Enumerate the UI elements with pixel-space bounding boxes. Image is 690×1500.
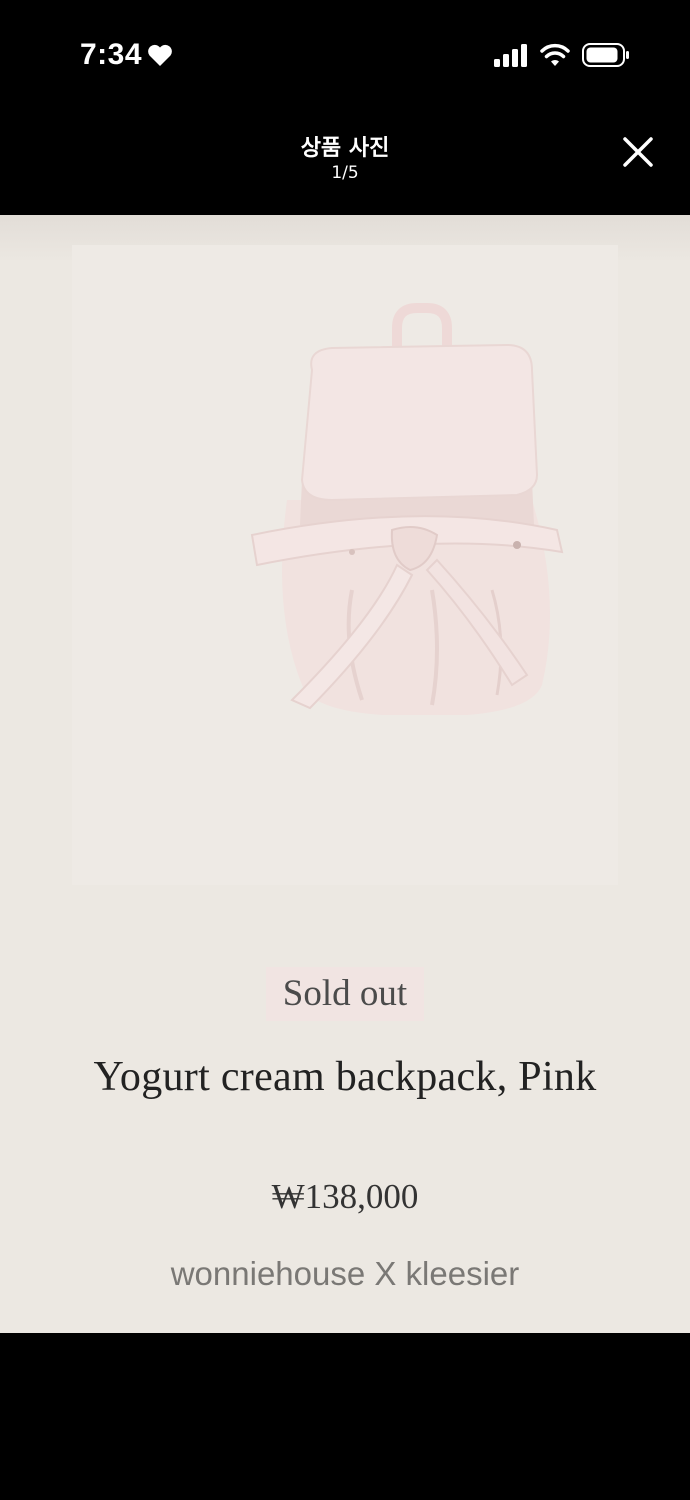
viewer-title: 상품 사진 (300, 136, 390, 161)
product-brand: wonniehouse X kleesier (170, 1255, 520, 1292)
product-image-frame (72, 245, 618, 885)
photo-counter: 1/5 (331, 163, 359, 183)
sold-out-badge: Sold out (266, 967, 424, 1021)
photo-viewer-header: 상품 사진 1/5 (0, 110, 690, 215)
battery-icon (582, 43, 630, 67)
product-price: ₩138,000 (271, 1177, 419, 1216)
product-photo[interactable]: Sold out Yogurt cream backpack, Pink ₩13… (0, 215, 690, 1333)
heart-icon (147, 43, 173, 67)
status-time: 7:34 (80, 38, 143, 71)
product-name: Yogurt cream backpack, Pink (93, 1054, 597, 1100)
close-button[interactable] (614, 128, 662, 176)
cellular-signal-icon (493, 44, 529, 68)
viewer-bottom-area (0, 1333, 690, 1500)
wifi-icon (540, 42, 570, 68)
pink-backpack-image (250, 303, 564, 715)
status-bar: 7:34 (0, 0, 690, 110)
close-icon (623, 137, 653, 167)
